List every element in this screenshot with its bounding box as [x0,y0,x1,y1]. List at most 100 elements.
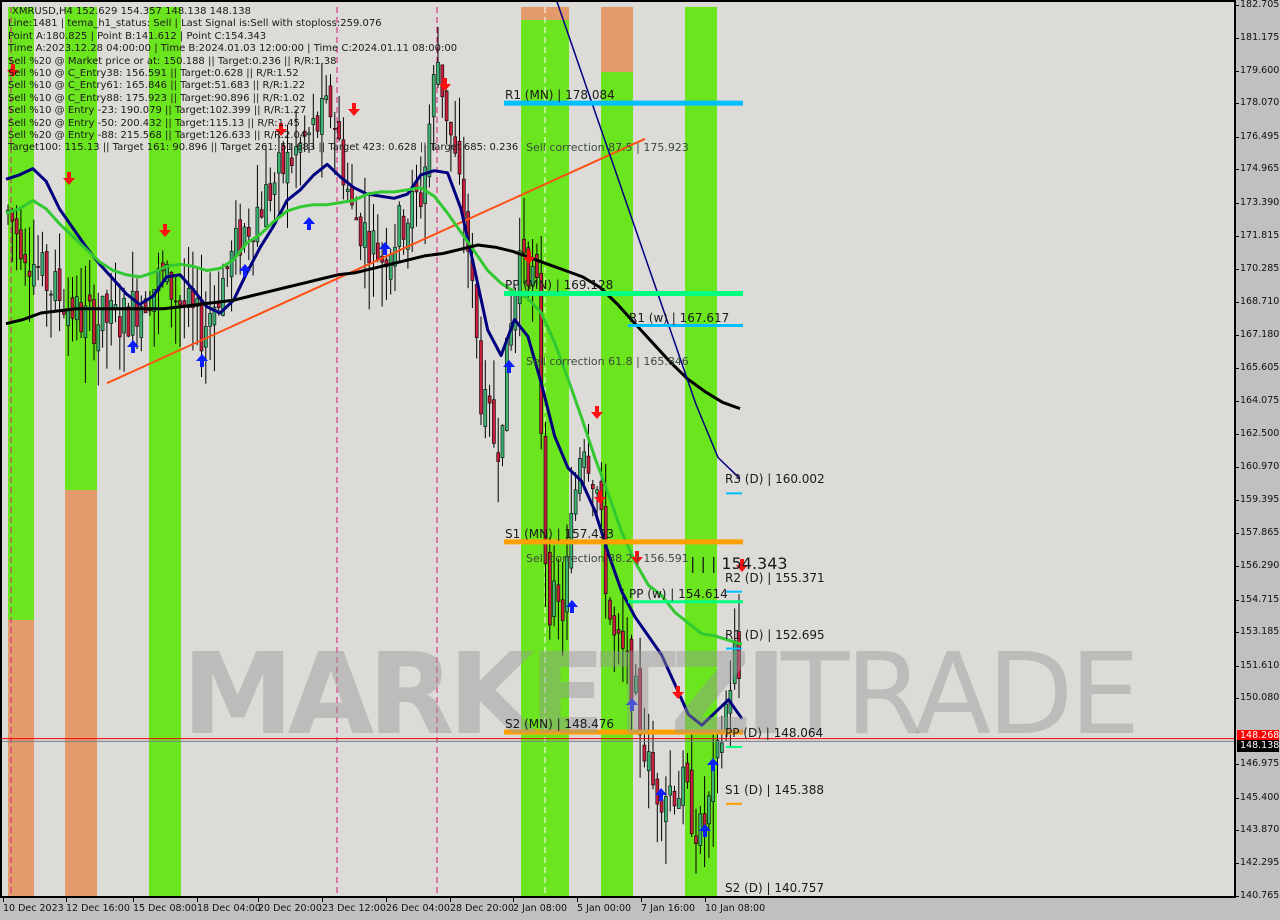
bull-candle [388,254,393,280]
bull-candle [109,300,113,324]
time-tick-label: 18 Dec 04:00 [197,898,261,914]
price-tick-label: 164.075 [1234,394,1280,406]
bull-candle [83,305,88,339]
info-line: Sell %10 @ C_Entry38: 156.591 || Target:… [8,68,299,80]
bear-candle [27,270,32,277]
bear-candle [259,209,264,218]
price-tick-label: 182.705 [1234,0,1280,10]
price-tick-label: 142.295 [1234,857,1280,869]
info-line: Sell %10 @ C_Entry88: 175.923 || Target:… [8,92,306,104]
chart-area[interactable]: MARKETZITRADE XMRUSD,H4 152.629 154.357 … [0,0,1236,898]
price-tick-label: 173.390 [1234,196,1280,208]
info-line: Sell %20 @ Market price or at: 150.188 |… [8,55,337,67]
bear-candle [496,452,501,462]
watermark-light: TRADE [780,630,1140,760]
bull-candle [573,489,578,515]
bull-candle [139,305,144,338]
bull-candle [229,250,234,278]
bull-candle [208,313,212,327]
level-label: R1 (MN) | 178.084 [505,88,615,103]
bull-candle [397,205,402,247]
time-tick-label: 20 Dec 20:00 [258,898,322,914]
correction-label: Sell correction 61.8 | 165.846 [526,355,689,369]
bull-candle [264,184,268,227]
level-label: S2 (MN) | 148.476 [505,717,615,732]
price-axis[interactable]: 182.705 181.175 179.600 178.070 176.495 174.9… [1234,0,1280,901]
bear-candle [492,399,496,444]
bear-candle [57,268,62,301]
sell-zone [8,620,34,896]
level-label: R3 (D) | 160.002 [725,472,825,487]
price-tick-label: 167.180 [1234,328,1280,340]
time-tick-label: 15 Dec 08:00 [133,898,197,914]
bear-candle [689,769,694,835]
bull-candle [664,796,668,823]
sell-zone [65,490,97,896]
info-line: Sell %20 @ Entry -88: 215.568 || Target:… [8,130,307,142]
price-tick-label: 156.290 [1234,560,1280,572]
bear-candle [560,599,565,621]
bear-candle [225,266,230,270]
bear-candle [590,484,595,490]
bear-candle [289,157,294,167]
time-tick-label: 26 Dec 04:00 [386,898,450,914]
bear-candle [19,229,23,260]
bear-candle [659,799,664,813]
watermark-bold: MARKETZI [182,630,787,760]
bear-candle [87,294,92,302]
bear-candle [539,272,544,434]
info-line: Point A:180.825 | Point B:141.612 | Poin… [8,30,267,42]
symbol-line: XMRUSD,H4 152.629 154.357 148.138 148.13… [12,6,251,17]
bear-candle [173,300,178,303]
price-tick-label: 154.715 [1234,593,1280,605]
bid-price-tag: 148.138 [1237,740,1279,753]
bear-candle [535,254,539,278]
bear-candle [474,284,479,338]
bear-candle [126,306,131,337]
bull-candle [483,389,488,427]
bull-candle [681,766,685,806]
bear-candle [487,395,492,404]
bull-candle [40,252,45,276]
bull-candle [707,795,711,825]
correction-label: Sell correction 87.5 | 175.923 [526,141,689,155]
bear-candle [543,436,548,565]
bull-candle [234,227,238,257]
bull-candle [345,188,350,192]
level-label: PP (D) | 148.064 [725,725,824,740]
price-tick-label: 170.285 [1234,262,1280,274]
time-tick-label: 10 Jan 08:00 [705,898,766,914]
price-tick-label: 145.400 [1234,791,1280,803]
bull-candle [363,222,367,248]
bull-candle [272,182,277,195]
info-line: Sell %10 @ C_Entry61: 165.846 || Target:… [8,80,306,92]
level-label: R1 (D) | 152.695 [725,627,825,642]
bear-candle [418,192,423,207]
bear-candle [118,316,122,338]
time-tick-label: 10 Dec 2023 [3,898,64,914]
bear-candle [44,251,49,291]
bull-candle [277,152,281,174]
bull-candle [371,230,376,255]
price-tick-label: 178.070 [1234,97,1280,109]
time-tick-label: 5 Jan 00:00 [577,898,632,914]
bear-candle [14,218,19,235]
bear-candle [375,242,380,260]
bull-candle [668,785,673,796]
bull-candle [100,295,105,332]
price-tick-label: 143.870 [1234,824,1280,836]
bull-candle [504,337,509,431]
info-panel: XMRUSD,H4 152.629 154.357 148.138 148.13… [8,6,518,155]
bear-candle [694,835,698,844]
price-tick-label: 162.500 [1234,428,1280,440]
price-tick-label: 153.185 [1234,626,1280,638]
price-tick-label: 150.080 [1234,692,1280,704]
price-tick-label: 171.815 [1234,230,1280,242]
level-label: S1 (D) | 145.388 [725,782,824,797]
bull-candle [500,424,505,458]
bear-candle [479,340,483,415]
level-label: PP (MN) | 169.128 [505,278,614,293]
time-tick-label: 7 Jan 16:00 [641,898,696,914]
bull-candle [66,308,70,327]
time-axis[interactable]: 10 Dec 2023 12 Dec 16:00 15 Dec 08:00 18 De… [0,898,1236,920]
